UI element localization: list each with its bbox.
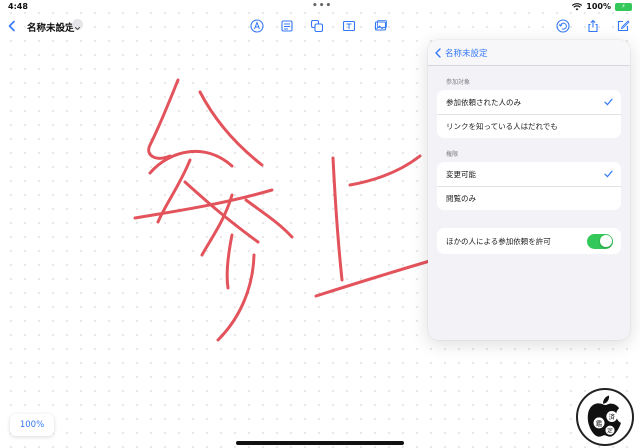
allow-invite-toggle[interactable] (587, 233, 613, 249)
ink-stroke (244, 198, 294, 239)
multitasking-dots[interactable]: ••• (312, 1, 332, 11)
pen-tip-icon[interactable] (250, 19, 264, 33)
participants-options: 参加依頼された人のみ リンクを知っている人はだれでも (437, 90, 621, 138)
toggle-knob (599, 235, 612, 247)
text-box-icon[interactable] (342, 19, 356, 33)
permission-options: 変更可能 閲覧のみ (437, 162, 621, 210)
collaboration-settings-popover: 名称未設定 参加対象 参加依頼された人のみ リンクを知っている人はだれでも 権限… (428, 40, 630, 340)
wifi-icon (572, 2, 583, 10)
option-view-only[interactable]: 閲覧のみ (437, 186, 621, 210)
popover-header[interactable]: 名称未設定 (428, 40, 630, 66)
shapes-icon[interactable] (310, 19, 324, 33)
ink-stroke (148, 150, 234, 175)
checkmark-icon (604, 98, 613, 106)
option-label: 参加依頼された人のみ (446, 97, 521, 107)
share-icon[interactable] (586, 19, 600, 33)
option-label: 閲覧のみ (446, 194, 476, 203)
ink-stroke (225, 233, 234, 290)
ink-stroke (348, 154, 422, 187)
option-label: リンクを知っている人はだれでも (446, 122, 558, 131)
compose-icon[interactable] (616, 19, 630, 33)
chevron-down-circle-icon[interactable] (72, 19, 83, 31)
svg-text:鑑: 鑑 (596, 419, 603, 428)
zoom-level-badge[interactable]: 100% (10, 414, 54, 436)
option-can-edit[interactable]: 変更可能 (437, 162, 621, 186)
ink-stroke (331, 156, 344, 282)
status-time: 4:48 (8, 2, 28, 11)
chevron-left-icon[interactable] (434, 47, 442, 58)
option-invited-only[interactable]: 参加依頼された人のみ (437, 90, 621, 114)
svg-text:定: 定 (607, 426, 613, 434)
media-icon[interactable] (374, 19, 388, 33)
checkmark-icon (604, 170, 613, 178)
ink-stroke (183, 180, 260, 244)
ink-stroke (314, 256, 442, 298)
home-indicator[interactable] (236, 441, 404, 445)
watermark-logo: 鑑 済 定 (576, 388, 634, 446)
allow-invite-group: ほかの人による参加依頼を許可 (437, 228, 621, 254)
back-to-document-label[interactable]: 名称未設定 (445, 47, 488, 59)
document-title[interactable]: 名称未設定 (27, 20, 75, 34)
chevron-left-icon[interactable] (7, 20, 17, 32)
note-icon[interactable] (280, 19, 294, 33)
status-indicators: 100% ⚡ (572, 2, 632, 11)
status-bar: 4:48 ••• 100% ⚡ (0, 0, 640, 14)
apple-logo-icon: 鑑 済 定 (587, 395, 621, 437)
participants-section-label: 参加対象 (446, 79, 471, 86)
battery-percentage: 100% (586, 2, 611, 11)
svg-text:済: 済 (609, 412, 616, 421)
undo-icon[interactable] (556, 19, 570, 33)
option-label: 変更可能 (446, 169, 476, 179)
top-toolbar: 名称未設定 (0, 14, 640, 40)
allow-invite-row: ほかの人による参加依頼を許可 (437, 228, 621, 254)
ink-stroke (216, 253, 256, 342)
ink-strokes (133, 78, 442, 342)
ink-stroke (147, 78, 180, 160)
battery-charging-icon: ⚡ (615, 2, 632, 11)
option-anyone-with-link[interactable]: リンクを知っている人はだれでも (437, 114, 621, 138)
permission-section-label: 権限 (446, 151, 459, 158)
allow-invite-label: ほかの人による参加依頼を許可 (446, 236, 551, 246)
